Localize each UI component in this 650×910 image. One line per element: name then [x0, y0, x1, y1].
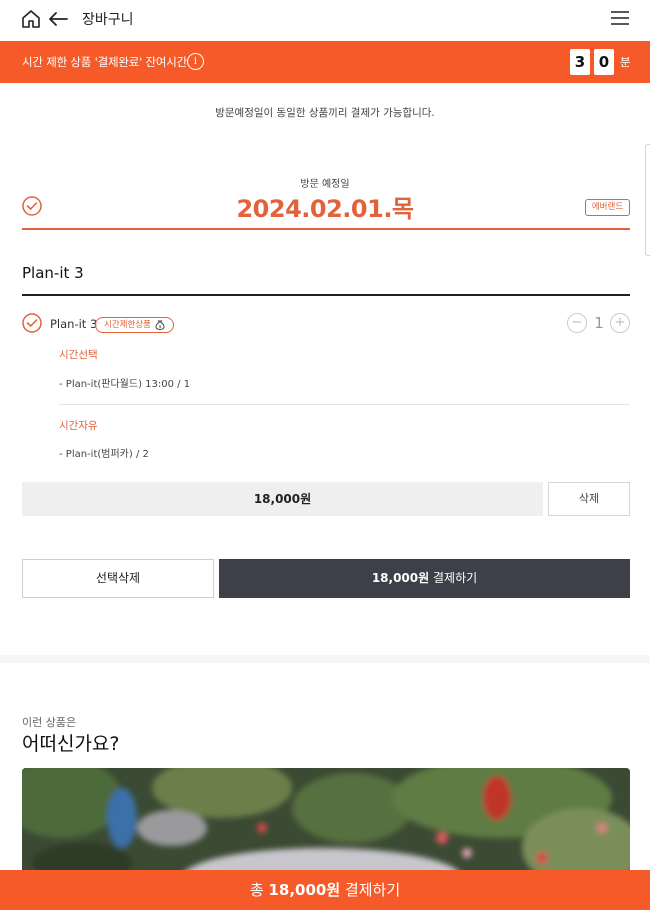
time-limited-badge-label: 시간제한상품 — [104, 320, 151, 330]
recommend-title: 어떠신가요? — [22, 733, 120, 755]
timer-digit-ones: 0 — [594, 49, 614, 75]
svg-text:$: $ — [158, 324, 161, 330]
checkout-label: 결제하기 — [433, 571, 478, 585]
timer-unit: 분 — [620, 55, 631, 69]
hamburger-menu-icon[interactable] — [610, 8, 630, 28]
total-checkout-label: 결제하기 — [344, 881, 401, 899]
product-group-title: Plan-it 3 — [22, 264, 84, 282]
item-check-circle-icon[interactable] — [22, 313, 42, 333]
recommended-product-image[interactable] — [22, 768, 630, 878]
total-prefix: 총 — [249, 881, 264, 899]
option-label: 시간선택 — [59, 349, 98, 361]
time-limited-badge: 시간제한상품 $ — [95, 317, 174, 333]
divider — [59, 404, 630, 405]
section-separator — [0, 655, 650, 663]
divider — [22, 228, 630, 230]
quantity-decrease-button[interactable]: − — [567, 313, 587, 333]
notice-text: 방문예정일이 동일한 상품끼리 결제가 가능합니다. — [215, 107, 435, 119]
home-icon[interactable] — [20, 8, 42, 30]
select-delete-button[interactable]: 선택삭제 — [22, 559, 214, 598]
delete-button[interactable]: 삭제 — [548, 482, 630, 516]
checkout-amount: 18,000원 — [371, 571, 430, 585]
info-icon[interactable]: i — [187, 53, 204, 70]
bottom-checkout-bar[interactable]: 총 18,000원 결제하기 — [0, 870, 650, 910]
option-label: 시간자유 — [59, 420, 98, 432]
scroll-handle[interactable] — [645, 144, 650, 256]
divider — [22, 294, 630, 296]
page-title: 장바구니 — [82, 12, 134, 28]
quantity-increase-button[interactable]: + — [610, 313, 630, 333]
item-name: Plan-it 3 — [50, 317, 98, 331]
money-bag-icon: $ — [155, 320, 165, 330]
place-badge: 에버랜드 — [585, 199, 630, 216]
timer-banner: 시간 제한 상품 '결제완료' 잔여시간 i 3 0 분 — [0, 41, 650, 83]
item-price: 18,000원 — [22, 482, 543, 516]
visit-date: 2024.02.01.목 — [236, 195, 414, 223]
option-value: - Plan-it(판다월드) 13:00 / 1 — [59, 379, 191, 390]
visit-date-label: 방문 예정일 — [300, 179, 350, 190]
arrow-left-icon[interactable] — [46, 8, 70, 30]
recommend-subtitle: 이런 상품은 — [22, 716, 77, 729]
top-header: 장바구니 — [0, 0, 650, 40]
total-amount: 18,000원 — [268, 881, 341, 899]
timer-digit-tens: 3 — [570, 49, 590, 75]
option-value: - Plan-it(범퍼카) / 2 — [59, 449, 149, 460]
product-photo — [22, 768, 630, 878]
timer-text: 시간 제한 상품 '결제완료' 잔여시간 — [22, 55, 188, 69]
quantity-value: 1 — [594, 314, 604, 332]
checkout-button[interactable]: 18,000원 결제하기 — [219, 559, 630, 598]
